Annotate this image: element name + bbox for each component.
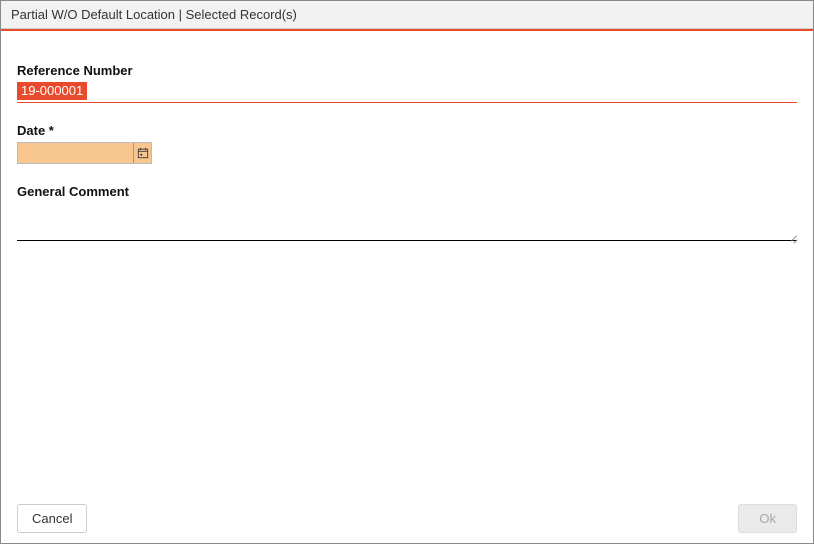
comment-field: General Comment [17, 184, 797, 244]
date-input-wrap [17, 142, 152, 164]
comment-textarea[interactable] [17, 203, 797, 241]
dialog-footer: Cancel Ok [1, 496, 813, 543]
reference-value: 19-000001 [17, 82, 87, 100]
reference-label: Reference Number [17, 63, 797, 78]
reference-row[interactable]: 19-000001 [17, 82, 797, 103]
ok-button[interactable]: Ok [738, 504, 797, 533]
dialog-titlebar: Partial W/O Default Location | Selected … [1, 1, 813, 29]
date-field: Date * [17, 123, 797, 164]
date-label: Date * [17, 123, 797, 138]
comment-label: General Comment [17, 184, 797, 199]
dialog-title: Partial W/O Default Location | Selected … [11, 7, 297, 22]
date-input[interactable] [18, 143, 133, 163]
reference-field: Reference Number 19-000001 [17, 63, 797, 103]
cancel-button[interactable]: Cancel [17, 504, 87, 533]
calendar-icon[interactable] [133, 143, 151, 163]
form-content: Reference Number 19-000001 Date * Genera… [1, 31, 813, 244]
